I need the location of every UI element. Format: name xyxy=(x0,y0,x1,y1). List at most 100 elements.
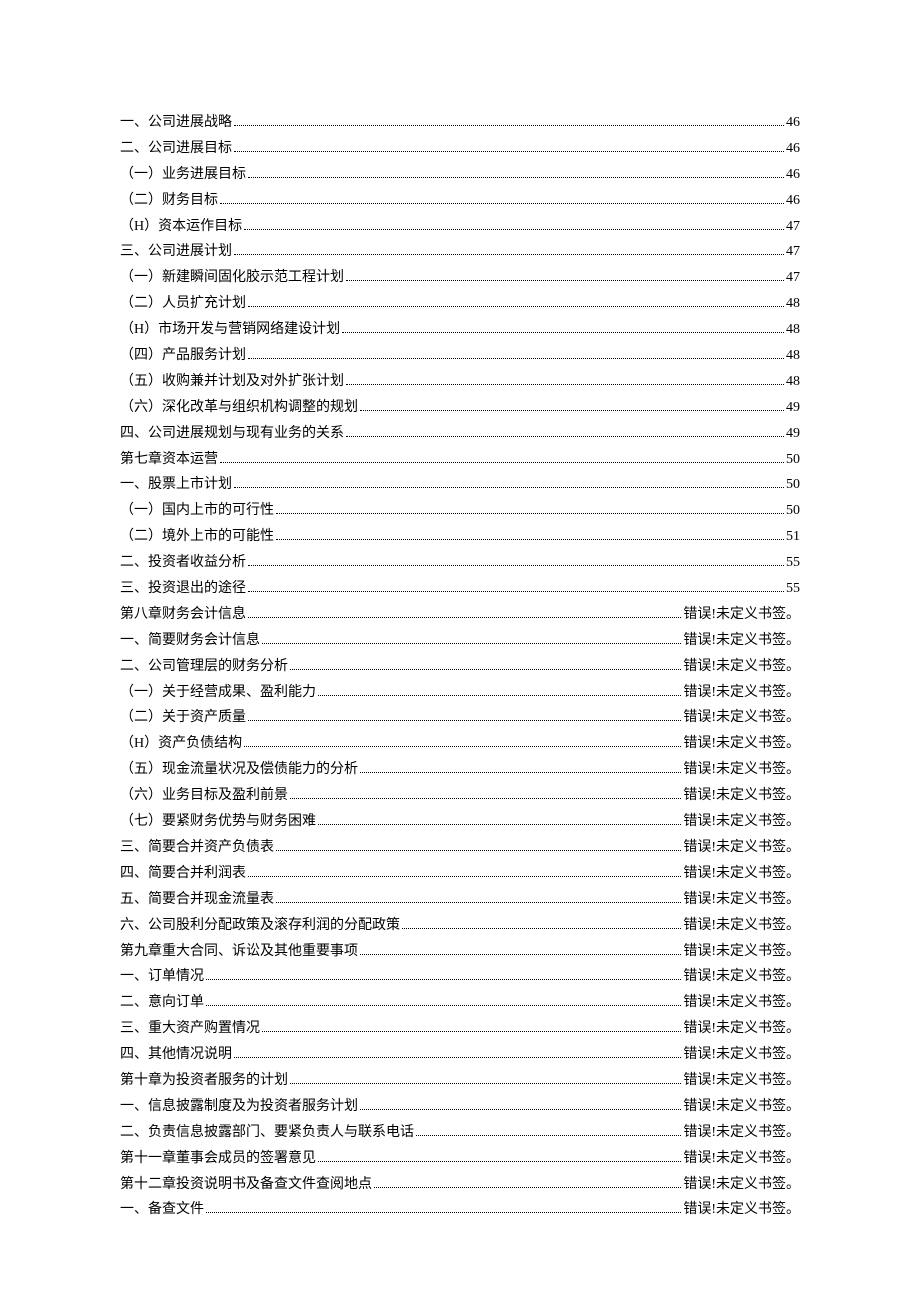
toc-leader-dots xyxy=(234,487,784,488)
toc-label: 第七章资本运营 xyxy=(120,447,218,473)
toc-leader-dots xyxy=(234,125,784,126)
toc-page: 错误!未定义书签。 xyxy=(683,1016,800,1042)
toc-leader-dots xyxy=(234,151,784,152)
toc-leader-dots xyxy=(360,410,784,411)
toc-page: 错误!未定义书签。 xyxy=(683,1068,800,1094)
toc-entry: 第十一章董事会成员的签署意见错误!未定义书签。 xyxy=(120,1146,800,1172)
toc-entry: 四、其他情况说明错误!未定义书签。 xyxy=(120,1042,800,1068)
toc-label: （四）产品服务计划 xyxy=(120,343,246,369)
toc-label: （六）业务目标及盈利前景 xyxy=(120,783,288,809)
toc-label: 一、简要财务会计信息 xyxy=(120,628,260,654)
toc-entry: 三、简要合并资产负债表错误!未定义书签。 xyxy=(120,835,800,861)
toc-leader-dots xyxy=(206,979,681,980)
toc-page: 错误!未定义书签。 xyxy=(683,757,800,783)
toc-page: 错误!未定义书签。 xyxy=(683,1172,800,1198)
toc-page: 错误!未定义书签。 xyxy=(683,783,800,809)
toc-leader-dots xyxy=(318,1161,681,1162)
toc-label: 三、重大资产购置情况 xyxy=(120,1016,260,1042)
toc-page: 错误!未定义书签。 xyxy=(683,705,800,731)
toc-label: 一、备查文件 xyxy=(120,1197,204,1223)
toc-label: （二）境外上市的可能性 xyxy=(120,524,274,550)
toc-page: 46 xyxy=(786,110,800,136)
toc-label: （五）收购兼并计划及对外扩张计划 xyxy=(120,369,344,395)
toc-page: 47 xyxy=(786,214,800,240)
toc-page: 错误!未定义书签。 xyxy=(683,654,800,680)
toc-entry: （一）新建瞬间固化胶示范工程计划47 xyxy=(120,265,800,291)
toc-label: 二、投资者收益分析 xyxy=(120,550,246,576)
toc-page: 49 xyxy=(786,421,800,447)
toc-leader-dots xyxy=(244,746,681,747)
toc-page: 错误!未定义书签。 xyxy=(683,1197,800,1223)
toc-entry: （六）深化改革与组织机构调整的规划49 xyxy=(120,395,800,421)
toc-entry: 一、公司进展战略46 xyxy=(120,110,800,136)
toc-label: （H）资本运作目标 xyxy=(120,214,242,240)
toc-entry: （六）业务目标及盈利前景 错误!未定义书签。 xyxy=(120,783,800,809)
toc-page: 错误!未定义书签。 xyxy=(683,1094,800,1120)
toc-leader-dots xyxy=(276,539,784,540)
toc-leader-dots xyxy=(248,177,784,178)
toc-page: 错误!未定义书签。 xyxy=(683,964,800,990)
toc-leader-dots xyxy=(360,772,681,773)
toc-label: （一）关于经营成果、盈利能力 xyxy=(120,680,316,706)
toc-leader-dots xyxy=(220,462,784,463)
toc-entry: 一、备查文件 错误!未定义书签。 xyxy=(120,1197,800,1223)
toc-leader-dots xyxy=(248,565,784,566)
toc-leader-dots xyxy=(318,824,681,825)
toc-leader-dots xyxy=(248,876,681,877)
toc-leader-dots xyxy=(290,1083,681,1084)
toc-leader-dots xyxy=(346,436,784,437)
toc-entry: 二、意向订单错误!未定义书签。 xyxy=(120,990,800,1016)
toc-label: 二、公司管理层的财务分析 xyxy=(120,654,288,680)
toc-label: 一、订单情况 xyxy=(120,964,204,990)
toc-entry: 二、投资者收益分析55 xyxy=(120,550,800,576)
toc-entry: 第七章资本运营 50 xyxy=(120,447,800,473)
toc-entry: （一）国内上市的可行性50 xyxy=(120,498,800,524)
toc-leader-dots xyxy=(342,332,784,333)
toc-label: 三、投资退出的途径 xyxy=(120,576,246,602)
toc-page: 48 xyxy=(786,369,800,395)
toc-leader-dots xyxy=(248,358,784,359)
toc-leader-dots xyxy=(276,850,681,851)
toc-entry: 六、公司股利分配政策及滚存利润的分配政策错误!未定义书签。 xyxy=(120,913,800,939)
toc-leader-dots xyxy=(234,254,784,255)
toc-label: 第九章重大合同、诉讼及其他重要事项 xyxy=(120,939,358,965)
toc-leader-dots xyxy=(276,513,784,514)
toc-entry: （一）业务进展目标 46 xyxy=(120,162,800,188)
toc-leader-dots xyxy=(416,1135,681,1136)
toc-page: 46 xyxy=(786,162,800,188)
toc-entry: 四、简要合并利润表错误!未定义书签。 xyxy=(120,861,800,887)
toc-entry: （一）关于经营成果、盈利能力错误!未定义书签。 xyxy=(120,680,800,706)
toc-label: （二）关于资产质量 xyxy=(120,705,246,731)
toc-label: （一）新建瞬间固化胶示范工程计划 xyxy=(120,265,344,291)
toc-page: 错误!未定义书签。 xyxy=(683,1120,800,1146)
toc-label: 四、简要合并利润表 xyxy=(120,861,246,887)
toc-page: 错误!未定义书签。 xyxy=(683,913,800,939)
toc-leader-dots xyxy=(262,1031,681,1032)
toc-entry: （四）产品服务计划48 xyxy=(120,343,800,369)
toc-page: 47 xyxy=(786,239,800,265)
toc-page: 错误!未定义书签。 xyxy=(683,809,800,835)
toc-entry: 一、信息披露制度及为投资者服务计划错误!未定义书签。 xyxy=(120,1094,800,1120)
toc-leader-dots xyxy=(318,695,681,696)
table-of-contents: 一、公司进展战略46二、公司进展目标46（一）业务进展目标 46 （二）财务目标 46… xyxy=(120,110,800,1223)
toc-entry: 一、股票上市计划50 xyxy=(120,472,800,498)
toc-page: 46 xyxy=(786,136,800,162)
toc-page: 50 xyxy=(786,447,800,473)
toc-entry: 二、负责信息披露部门、要紧负责人与联系电话错误!未定义书签。 xyxy=(120,1120,800,1146)
toc-entry: （七）要紧财务优势与财务困难错误!未定义书签。 xyxy=(120,809,800,835)
toc-label: （H）资产负债结构 xyxy=(120,731,242,757)
toc-label: （一）业务进展目标 xyxy=(120,162,246,188)
toc-leader-dots xyxy=(290,798,681,799)
toc-page: 错误!未定义书签。 xyxy=(683,887,800,913)
toc-label: （二）财务目标 xyxy=(120,188,218,214)
toc-page: 错误!未定义书签。 xyxy=(683,731,800,757)
toc-label: 二、意向订单 xyxy=(120,990,204,1016)
toc-entry: 一、订单情况 错误!未定义书签。 xyxy=(120,964,800,990)
toc-entry: 二、公司进展目标46 xyxy=(120,136,800,162)
toc-label: 四、其他情况说明 xyxy=(120,1042,232,1068)
toc-label: （五）现金流量状况及偿债能力的分析 xyxy=(120,757,358,783)
toc-page: 48 xyxy=(786,291,800,317)
toc-label: 一、股票上市计划 xyxy=(120,472,232,498)
toc-entry: （H）资本运作目标 47 xyxy=(120,214,800,240)
toc-page: 50 xyxy=(786,498,800,524)
